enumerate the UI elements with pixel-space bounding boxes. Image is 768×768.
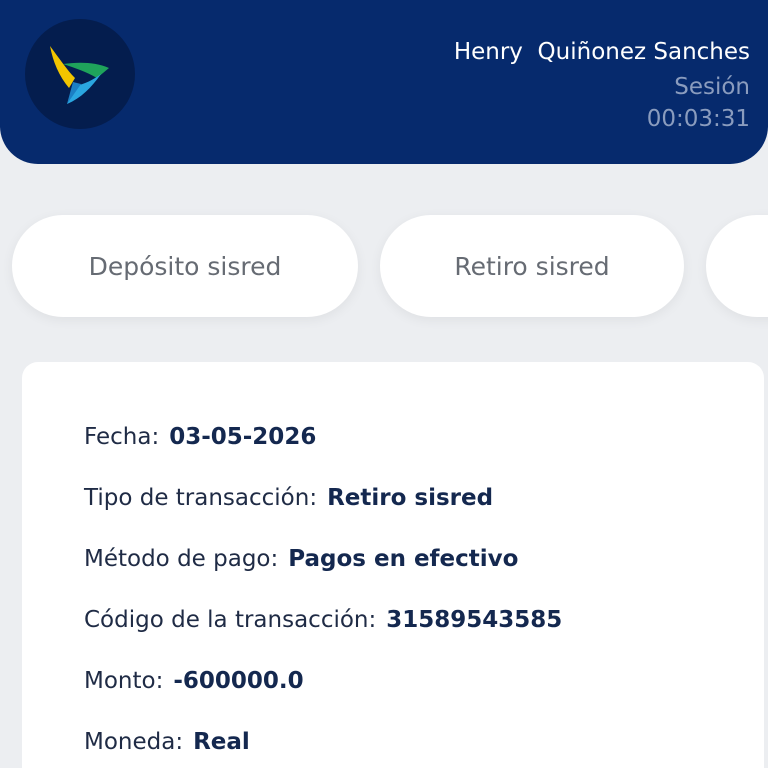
header: Henry Quiñonez Sanches Sesión 00:03:31 (0, 0, 768, 164)
detail-value: Retiro sisred (327, 485, 494, 511)
tab-partial[interactable] (706, 215, 768, 317)
detail-row-moneda: Moneda: Real (84, 729, 562, 768)
details-list: Fecha: 03-05-2026 Tipo de transacción: R… (84, 424, 562, 768)
tab-deposito-sisred[interactable]: Depósito sisred (12, 215, 358, 317)
detail-value: 31589543585 (386, 607, 563, 633)
session-timer: 00:03:31 (646, 106, 750, 132)
brand-logo-icon (50, 46, 109, 104)
detail-label: Código de la transacción: (84, 607, 377, 633)
page: Henry Quiñonez Sanches Sesión 00:03:31 D… (0, 0, 768, 768)
detail-row-codigo: Código de la transacción: 31589543585 (84, 607, 562, 668)
detail-value: 03-05-2026 (169, 424, 317, 450)
detail-value: Real (193, 729, 250, 755)
session-label: Sesión (674, 74, 750, 100)
detail-label: Tipo de transacción: (84, 485, 318, 511)
transaction-tabs: Depósito sisred Retiro sisred (12, 215, 768, 317)
detail-row-tipo: Tipo de transacción: Retiro sisred (84, 485, 562, 546)
detail-label: Método de pago: (84, 546, 279, 572)
detail-label: Moneda: (84, 729, 184, 755)
detail-row-monto: Monto: -600000.0 (84, 668, 562, 729)
app-logo[interactable] (25, 19, 135, 129)
tab-retiro-sisred[interactable]: Retiro sisred (380, 215, 684, 317)
transaction-details-card: Fecha: 03-05-2026 Tipo de transacción: R… (22, 362, 764, 768)
user-session-info: Henry Quiñonez Sanches Sesión 00:03:31 (454, 36, 750, 135)
user-name: Henry Quiñonez Sanches (453, 39, 750, 65)
detail-label: Fecha: (84, 424, 160, 450)
detail-value: Pagos en efectivo (288, 546, 519, 572)
detail-row-metodo: Método de pago: Pagos en efectivo (84, 546, 562, 607)
detail-value: -600000.0 (173, 668, 304, 694)
detail-label: Monto: (84, 668, 164, 694)
detail-row-fecha: Fecha: 03-05-2026 (84, 424, 562, 485)
